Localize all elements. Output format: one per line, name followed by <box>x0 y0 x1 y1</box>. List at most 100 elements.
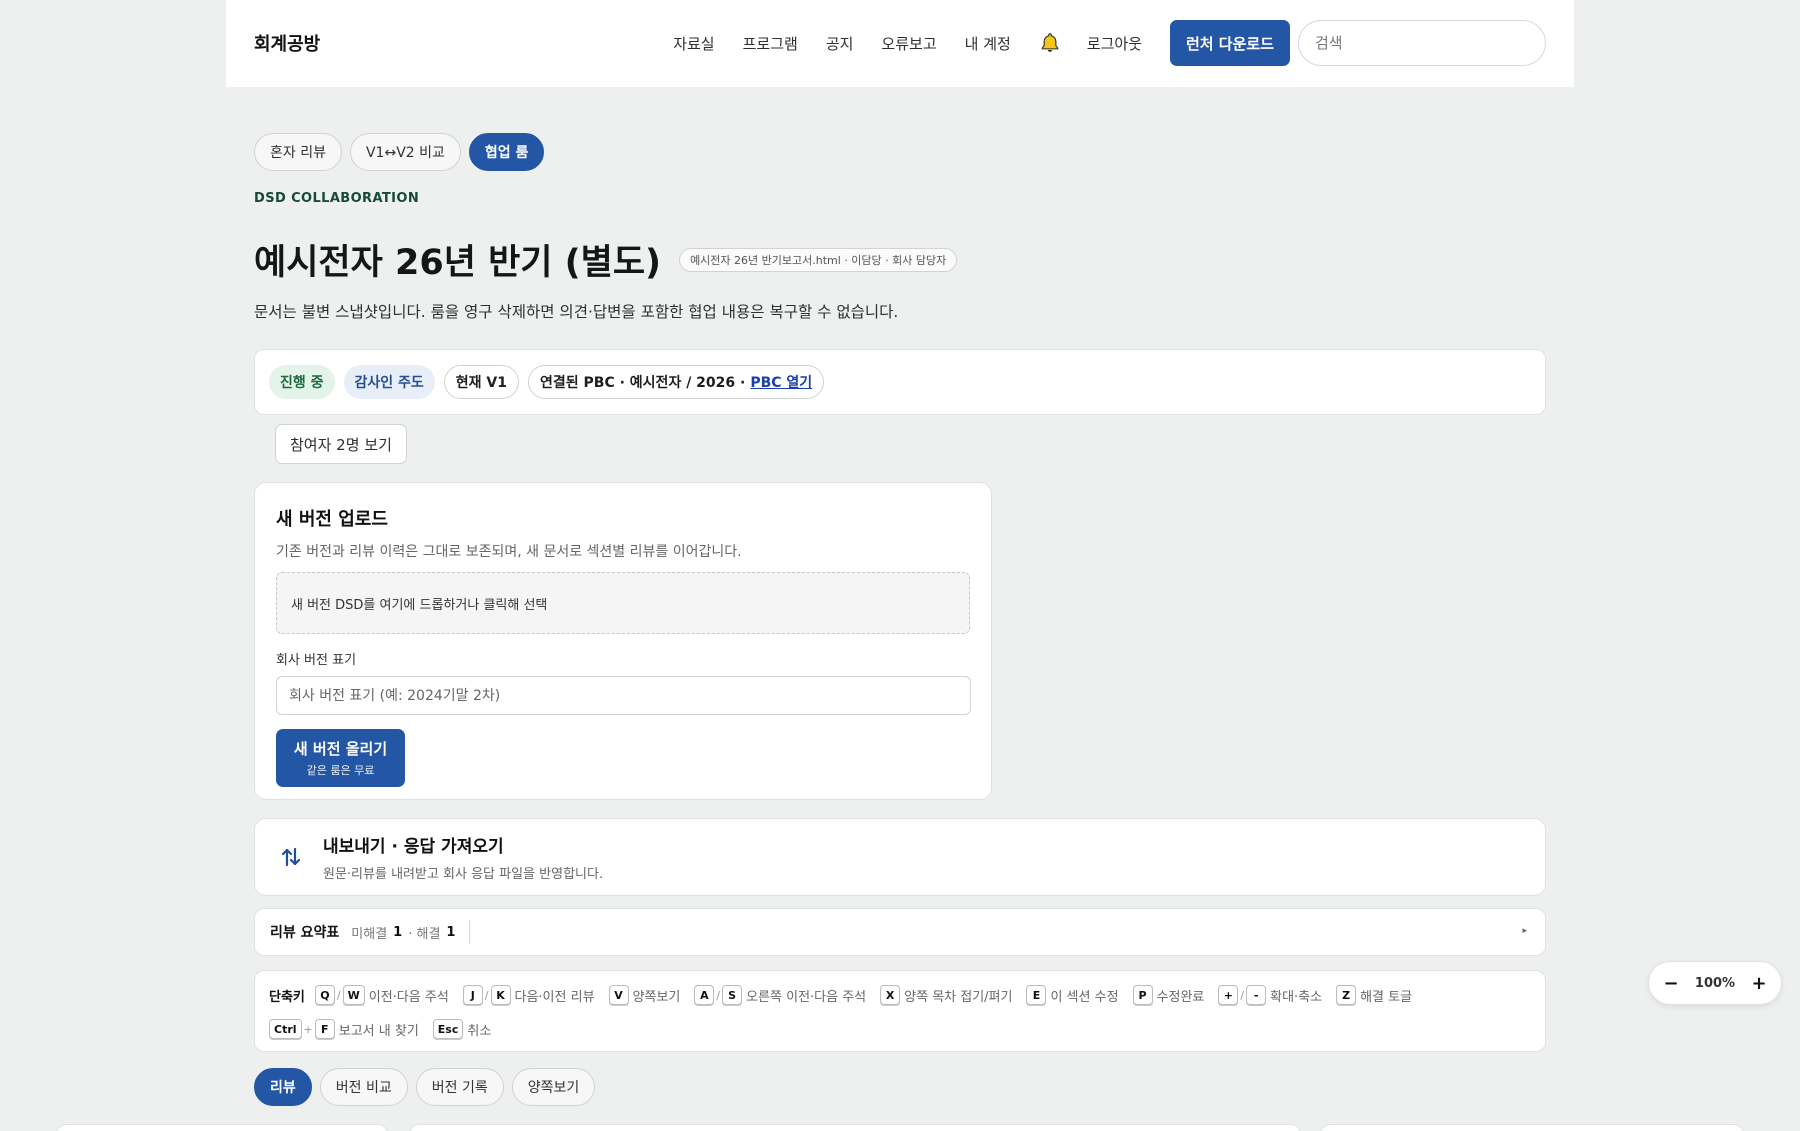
upload-button-label: 새 버전 올리기 <box>293 740 388 758</box>
keycap: Z <box>1336 985 1357 1005</box>
section-eyebrow: DSD COLLABORATION <box>254 191 420 206</box>
tab-review[interactable]: 리뷰 <box>254 1068 312 1106</box>
keycap: X <box>880 985 901 1005</box>
shortcut-description: 보고서 내 찾기 <box>338 1023 419 1039</box>
logout-link[interactable]: 로그아웃 <box>1087 33 1142 54</box>
keycap: Ctrl <box>269 1019 302 1039</box>
linked-pbc-text: 연결된 PBC · 예시전자 / 2026 · <box>540 375 746 391</box>
export-import-subtitle: 원문·리뷰를 내려받고 회사 응답 파일을 반영합니다. <box>323 867 604 882</box>
key-separator: + <box>303 1022 313 1036</box>
key-separator: / <box>716 988 721 1002</box>
status-badge-auditor-led: 감사인 주도 <box>343 365 435 399</box>
shortcut-description: 이전·다음 주석 <box>368 989 449 1005</box>
keycap: Esc <box>432 1019 464 1039</box>
keycap: W <box>342 985 365 1005</box>
unresolved-label: 미해결 <box>351 926 388 942</box>
page-title: 예시전자 26년 반기 (별도) <box>254 243 662 283</box>
shortcut-help-card: 단축키 Q / W 이전·다음 주석 J / K 다음·이전 리뷰 V 양쪽보기 A / S 오른쪽 이전… <box>254 970 1546 1052</box>
company-version-label: 회사 버전 표기 <box>276 653 357 668</box>
keycap: + <box>1218 985 1239 1005</box>
nav-library[interactable]: 자료실 <box>673 33 714 54</box>
upload-button-sublabel: 같은 룸은 무료 <box>306 764 375 777</box>
upload-title: 새 버전 업로드 <box>276 509 388 530</box>
shortcut-description: 이 섹션 수정 <box>1050 989 1119 1005</box>
expand-caret-icon[interactable]: ▸ <box>1522 926 1527 936</box>
brand-logo[interactable]: 회계공방 <box>254 30 320 56</box>
launcher-download-button[interactable]: 런처 다운로드 <box>1170 20 1290 66</box>
shortcut-description: 해결 토글 <box>1360 989 1413 1005</box>
key-separator: / <box>484 988 489 1002</box>
new-version-upload-card: 새 버전 업로드 기존 버전과 리뷰 이력은 그대로 보존되며, 새 문서로 섹… <box>254 482 992 800</box>
nav-my-account[interactable]: 내 계정 <box>965 33 1011 54</box>
shortcut-description: 양쪽보기 <box>632 989 681 1005</box>
keycap: E <box>1026 985 1047 1005</box>
keycap: J <box>462 985 483 1005</box>
swap-vertical-icon <box>279 845 303 869</box>
title-row: 예시전자 26년 반기 (별도) 예시전자 26년 반기보고서.html · 이… <box>254 234 958 285</box>
review-summary-bar[interactable]: 리뷰 요약표 미해결 1 · 해결 1 ▸ <box>254 908 1546 956</box>
notification-bell-icon[interactable] <box>1039 32 1061 54</box>
shortcut-description: 수정완료 <box>1156 989 1205 1005</box>
zoom-control: − 100% + <box>1648 961 1782 1005</box>
keycap: A <box>694 985 715 1005</box>
unresolved-count: 1 <box>393 924 403 940</box>
shortcut-description: 양쪽 목차 접기/펴기 <box>904 989 1013 1005</box>
file-info-chip: 예시전자 26년 반기보고서.html · 이담당 · 회사 담당자 <box>679 247 958 272</box>
shortcut-row-2: Ctrl + F 보고서 내 찾기 Esc 취소 <box>269 1017 1531 1041</box>
nav-notice[interactable]: 공지 <box>826 33 854 54</box>
status-badge-in-progress: 진행 중 <box>269 365 335 399</box>
export-import-text: 내보내기 · 응답 가져오기 원문·리뷰를 내려받고 회사 응답 파일을 반영합… <box>323 832 603 882</box>
keycap: F <box>314 1019 335 1039</box>
tab-version-diff[interactable]: 버전 비교 <box>319 1068 408 1106</box>
summary-divider <box>469 920 471 944</box>
summary-title: 리뷰 요약표 <box>270 925 340 941</box>
search-input[interactable] <box>1298 20 1546 66</box>
keycap: V <box>608 985 629 1005</box>
bottom-panels <box>0 1124 1800 1131</box>
right-panel <box>1320 1124 1744 1131</box>
company-version-input[interactable] <box>276 676 971 715</box>
view-tabs: 리뷰 버전 비교 버전 기록 양쪽보기 <box>254 1068 596 1106</box>
resolved-label: · 해결 <box>408 926 441 942</box>
room-status-card: 진행 중 감사인 주도 현재 V1 연결된 PBC · 예시전자 / 2026 … <box>254 349 1546 415</box>
view-participants-button[interactable]: 참여자 2명 보기 <box>275 424 407 464</box>
resolved-count: 1 <box>446 924 456 940</box>
tab-side-by-side[interactable]: 양쪽보기 <box>511 1068 596 1106</box>
shortcut-description: 확대·축소 <box>1270 989 1323 1005</box>
zoom-in-button[interactable]: + <box>1751 973 1767 994</box>
key-separator: / <box>1240 988 1245 1002</box>
page-description: 문서는 불변 스냅샷입니다. 룸을 영구 삭제하면 의견·답변을 포함한 협업 … <box>254 303 899 321</box>
keycap: Q <box>314 985 335 1005</box>
current-version-badge: 현재 V1 <box>443 365 520 399</box>
tab-version-history[interactable]: 버전 기록 <box>415 1068 504 1106</box>
tab-version-compare[interactable]: V1↔V2 비교 <box>349 133 461 171</box>
shortcut-description: 취소 <box>467 1023 492 1039</box>
keycap: - <box>1246 985 1267 1005</box>
upload-subtitle: 기존 버전과 리뷰 이력은 그대로 보존되며, 새 문서로 섹션별 리뷰를 이어… <box>276 544 742 560</box>
tab-collab-room[interactable]: 협업 룸 <box>468 133 545 171</box>
left-panel <box>56 1124 388 1131</box>
shortcut-title: 단축키 <box>269 989 305 1005</box>
main-nav: 자료실 프로그램 공지 오류보고 내 계정 로그아웃 런처 다운로드 <box>673 20 1546 66</box>
shortcut-row-1: 단축키 Q / W 이전·다음 주석 J / K 다음·이전 리뷰 V 양쪽보기 A / S 오른쪽 이전… <box>269 983 1531 1007</box>
nav-program[interactable]: 프로그램 <box>743 33 798 54</box>
open-pbc-link[interactable]: PBC 열기 <box>750 372 812 392</box>
keycap: P <box>1132 985 1153 1005</box>
tab-solo-review[interactable]: 혼자 리뷰 <box>254 133 342 171</box>
keycap: S <box>722 985 743 1005</box>
shortcut-description: 다음·이전 리뷰 <box>514 989 595 1005</box>
export-import-card[interactable]: 내보내기 · 응답 가져오기 원문·리뷰를 내려받고 회사 응답 파일을 반영합… <box>254 818 1546 896</box>
mode-tabs: 혼자 리뷰 V1↔V2 비교 협업 룸 <box>254 133 545 171</box>
center-panel <box>409 1124 1301 1131</box>
key-separator: / <box>336 988 341 1002</box>
zoom-level: 100% <box>1694 975 1736 991</box>
top-navigation-bar: 회계공방 자료실 프로그램 공지 오류보고 내 계정 로그아웃 런처 다운로드 <box>226 0 1574 87</box>
export-import-title: 내보내기 · 응답 가져오기 <box>323 837 504 857</box>
zoom-out-button[interactable]: − <box>1663 973 1679 994</box>
keycap: K <box>490 985 511 1005</box>
linked-pbc-badge: 연결된 PBC · 예시전자 / 2026 · PBC 열기 <box>528 365 825 399</box>
upload-new-version-button[interactable]: 새 버전 올리기 같은 룸은 무료 <box>276 729 405 787</box>
dsd-dropzone[interactable]: 새 버전 DSD를 여기에 드롭하거나 클릭해 선택 <box>276 572 970 634</box>
shortcut-description: 오른쪽 이전·다음 주석 <box>746 989 867 1005</box>
nav-error-report[interactable]: 오류보고 <box>881 33 936 54</box>
